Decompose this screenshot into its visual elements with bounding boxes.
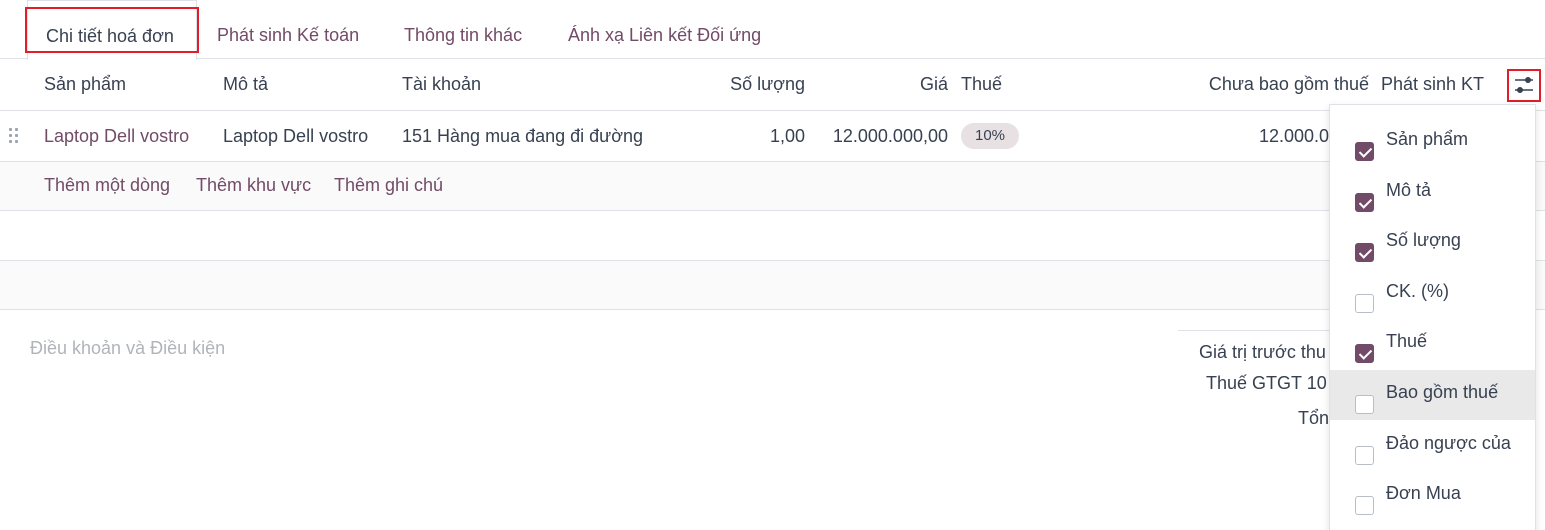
totals-divider: [1178, 330, 1338, 331]
option-discount[interactable]: CK. (%): [1330, 269, 1535, 319]
add-section-link[interactable]: Thêm khu vực: [196, 162, 311, 209]
cell-product[interactable]: Laptop Dell vostro: [44, 111, 189, 161]
tab-reconcile-links[interactable]: Ánh xạ Liên kết Đối ứng: [568, 0, 761, 59]
column-header-analytic[interactable]: Phát sinh KT: [1381, 59, 1484, 109]
column-header-product[interactable]: Sản phẩm: [44, 59, 126, 109]
tab-other-info[interactable]: Thông tin khác: [404, 0, 522, 59]
checkbox-discount[interactable]: [1355, 294, 1374, 313]
optional-columns-dropdown: Sản phẩm Mô tả Số lượng CK. (%) Thuế Bao…: [1329, 104, 1536, 530]
option-label: Bao gồm thuế: [1386, 382, 1499, 402]
untaxed-amount-label: Giá trị trước thu: [1199, 342, 1326, 362]
checkbox-description[interactable]: [1355, 193, 1374, 212]
cell-quantity[interactable]: 1,00: [700, 111, 805, 161]
option-purchase-order[interactable]: Đơn Mua: [1330, 471, 1535, 521]
optional-columns-toggle[interactable]: [1507, 69, 1541, 102]
notebook-tabs: Chi tiết hoá đơn Phát sinh Kế toán Thông…: [0, 0, 1545, 60]
tax-badge[interactable]: 10%: [961, 123, 1020, 149]
cell-price[interactable]: 12.000.000,00: [818, 111, 948, 161]
column-header-account[interactable]: Tài khoản: [402, 59, 481, 109]
table-header: Sản phẩm Mô tả Tài khoản Số lượng Giá Th…: [0, 59, 1545, 111]
checkbox-quantity[interactable]: [1355, 243, 1374, 262]
checkbox-purchase-order[interactable]: [1355, 496, 1374, 515]
add-actions-row: Thêm một dòng Thêm khu vực Thêm ghi chú: [0, 162, 1545, 211]
option-label: Thuế: [1386, 331, 1428, 351]
cell-subtotal: 12.000.0: [1259, 126, 1330, 146]
option-label: Số lượng: [1386, 230, 1461, 250]
option-reversal-of[interactable]: Đảo ngược của: [1330, 421, 1535, 471]
add-line-link[interactable]: Thêm một dòng: [44, 162, 170, 209]
vat-label: Thuế GTGT 10: [1206, 373, 1327, 393]
total-label: Tổn: [1298, 408, 1330, 428]
column-header-subtotal[interactable]: Chưa bao gồm thuế: [1180, 59, 1369, 109]
tab-invoice-lines[interactable]: Chi tiết hoá đơn: [27, 0, 197, 60]
option-tax-included[interactable]: Bao gồm thuế: [1330, 370, 1535, 420]
checkbox-product[interactable]: [1355, 142, 1374, 161]
option-quantity[interactable]: Số lượng: [1330, 218, 1535, 268]
option-label: CK. (%): [1386, 281, 1449, 301]
option-description[interactable]: Mô tả: [1330, 168, 1535, 218]
checkbox-tax-included[interactable]: [1355, 395, 1374, 414]
empty-row: [0, 261, 1545, 310]
option-label: Đảo ngược của: [1386, 433, 1511, 453]
option-label: Mô tả: [1386, 180, 1432, 200]
drag-handle-icon[interactable]: [9, 128, 21, 146]
column-header-description[interactable]: Mô tả: [223, 59, 268, 109]
column-header-tax[interactable]: Thuế: [961, 59, 1002, 109]
cell-account[interactable]: 151 Hàng mua đang đi đường: [402, 111, 643, 161]
add-note-link[interactable]: Thêm ghi chú: [334, 162, 443, 209]
checkbox-tax[interactable]: [1355, 344, 1374, 363]
option-tax[interactable]: Thuế: [1330, 319, 1535, 369]
option-product[interactable]: Sản phẩm: [1330, 117, 1535, 167]
option-label: Sản phẩm: [1386, 129, 1469, 149]
checkbox-reversal-of[interactable]: [1355, 446, 1374, 465]
sliders-icon: [1515, 77, 1533, 93]
terms-placeholder[interactable]: Điều khoản và Điều kiện: [30, 338, 225, 359]
empty-row: [0, 211, 1545, 261]
table-row[interactable]: Laptop Dell vostro Laptop Dell vostro 15…: [0, 111, 1545, 162]
cell-description[interactable]: Laptop Dell vostro: [223, 111, 368, 161]
tab-journal-items[interactable]: Phát sinh Kế toán: [217, 0, 359, 59]
column-header-quantity[interactable]: Số lượng: [700, 59, 805, 109]
option-label: Đơn Mua: [1386, 483, 1461, 503]
column-header-price[interactable]: Giá: [830, 59, 948, 109]
